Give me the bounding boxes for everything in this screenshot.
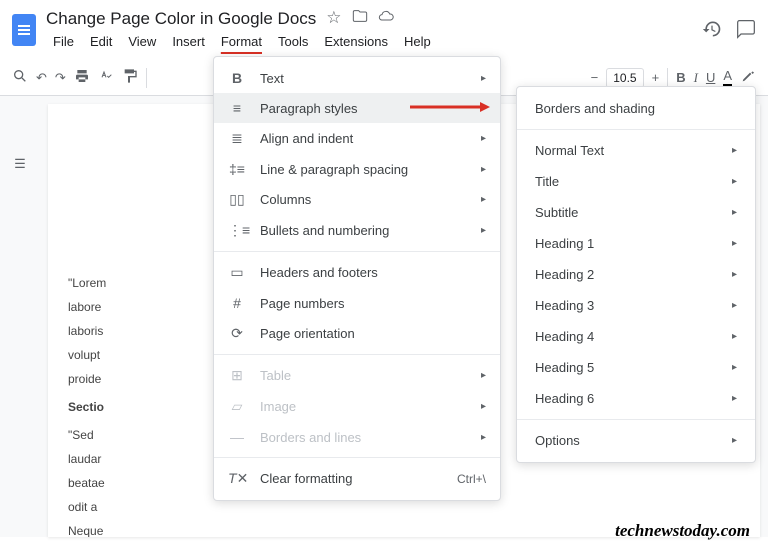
menu-format[interactable]: Format	[214, 31, 269, 52]
docs-logo-icon[interactable]	[12, 14, 36, 46]
star-icon[interactable]: ☆	[326, 8, 341, 29]
menubar: File Edit View Insert Format Tools Exten…	[46, 31, 692, 52]
titlebar: Change Page Color in Google Docs ☆ File …	[0, 0, 768, 60]
submenu-title[interactable]: Title▸	[517, 166, 755, 197]
menu-headers-footers[interactable]: ▭Headers and footers	[214, 257, 500, 288]
submenu-heading-2[interactable]: Heading 2▸	[517, 259, 755, 290]
menu-file[interactable]: File	[46, 31, 81, 52]
font-size-input[interactable]: 10.5	[606, 68, 643, 88]
italic-button[interactable]: I	[694, 70, 698, 86]
highlight-button[interactable]	[740, 68, 756, 87]
submenu-heading-4[interactable]: Heading 4▸	[517, 321, 755, 352]
bold-button[interactable]: B	[676, 70, 685, 85]
cloud-icon[interactable]	[378, 8, 394, 29]
underline-button[interactable]: U	[706, 70, 715, 85]
menu-page-orientation[interactable]: ⟳Page orientation	[214, 318, 500, 349]
menu-borders-lines: —Borders and lines▸	[214, 422, 500, 452]
menu-view[interactable]: View	[121, 31, 163, 52]
menu-text[interactable]: BText▸	[214, 63, 500, 93]
submenu-normal-text[interactable]: Normal Text▸	[517, 135, 755, 166]
search-icon[interactable]	[12, 68, 28, 87]
history-icon[interactable]	[702, 19, 722, 42]
submenu-subtitle[interactable]: Subtitle▸	[517, 197, 755, 228]
menu-paragraph-styles[interactable]: ≡Paragraph styles▸	[214, 93, 500, 123]
format-dropdown: BText▸ ≡Paragraph styles▸ ≣Align and ind…	[213, 56, 501, 501]
document-title[interactable]: Change Page Color in Google Docs	[46, 9, 316, 29]
menu-clear-formatting[interactable]: T✕Clear formattingCtrl+\	[214, 463, 500, 494]
menu-help[interactable]: Help	[397, 31, 438, 52]
submenu-heading-6[interactable]: Heading 6▸	[517, 383, 755, 414]
paragraph-styles-submenu: Borders and shading Normal Text▸ Title▸ …	[516, 86, 756, 463]
move-icon[interactable]	[352, 8, 368, 29]
menu-bullets-numbering[interactable]: ⋮≡Bullets and numbering▸	[214, 215, 500, 246]
font-size-plus[interactable]: +	[652, 70, 660, 85]
watermark: technewstoday.com	[615, 521, 750, 541]
menu-tools[interactable]: Tools	[271, 31, 315, 52]
menu-line-spacing[interactable]: ‡≡Line & paragraph spacing▸	[214, 154, 500, 184]
outline-icon[interactable]: ☰	[14, 156, 26, 537]
comment-icon[interactable]	[736, 19, 756, 42]
menu-extensions[interactable]: Extensions	[317, 31, 395, 52]
menu-align-indent[interactable]: ≣Align and indent▸	[214, 123, 500, 154]
submenu-heading-3[interactable]: Heading 3▸	[517, 290, 755, 321]
undo-icon[interactable]: ↶	[36, 70, 47, 86]
print-icon[interactable]	[74, 68, 90, 87]
redo-icon[interactable]: ↷	[55, 70, 66, 86]
font-size-minus[interactable]: −	[591, 70, 599, 85]
menu-image: ▱Image▸	[214, 391, 500, 422]
submenu-heading-1[interactable]: Heading 1▸	[517, 228, 755, 259]
paint-format-icon[interactable]	[122, 68, 138, 87]
menu-insert[interactable]: Insert	[165, 31, 212, 52]
submenu-options[interactable]: Options▸	[517, 425, 755, 456]
spellcheck-icon[interactable]	[98, 68, 114, 87]
submenu-heading-5[interactable]: Heading 5▸	[517, 352, 755, 383]
text-color-button[interactable]: A	[723, 68, 732, 87]
menu-page-numbers[interactable]: #Page numbers	[214, 288, 500, 318]
menu-columns[interactable]: ▯▯Columns▸	[214, 184, 500, 215]
menu-edit[interactable]: Edit	[83, 31, 119, 52]
submenu-borders-shading[interactable]: Borders and shading	[517, 93, 755, 124]
menu-table: ⊞Table▸	[214, 360, 500, 391]
